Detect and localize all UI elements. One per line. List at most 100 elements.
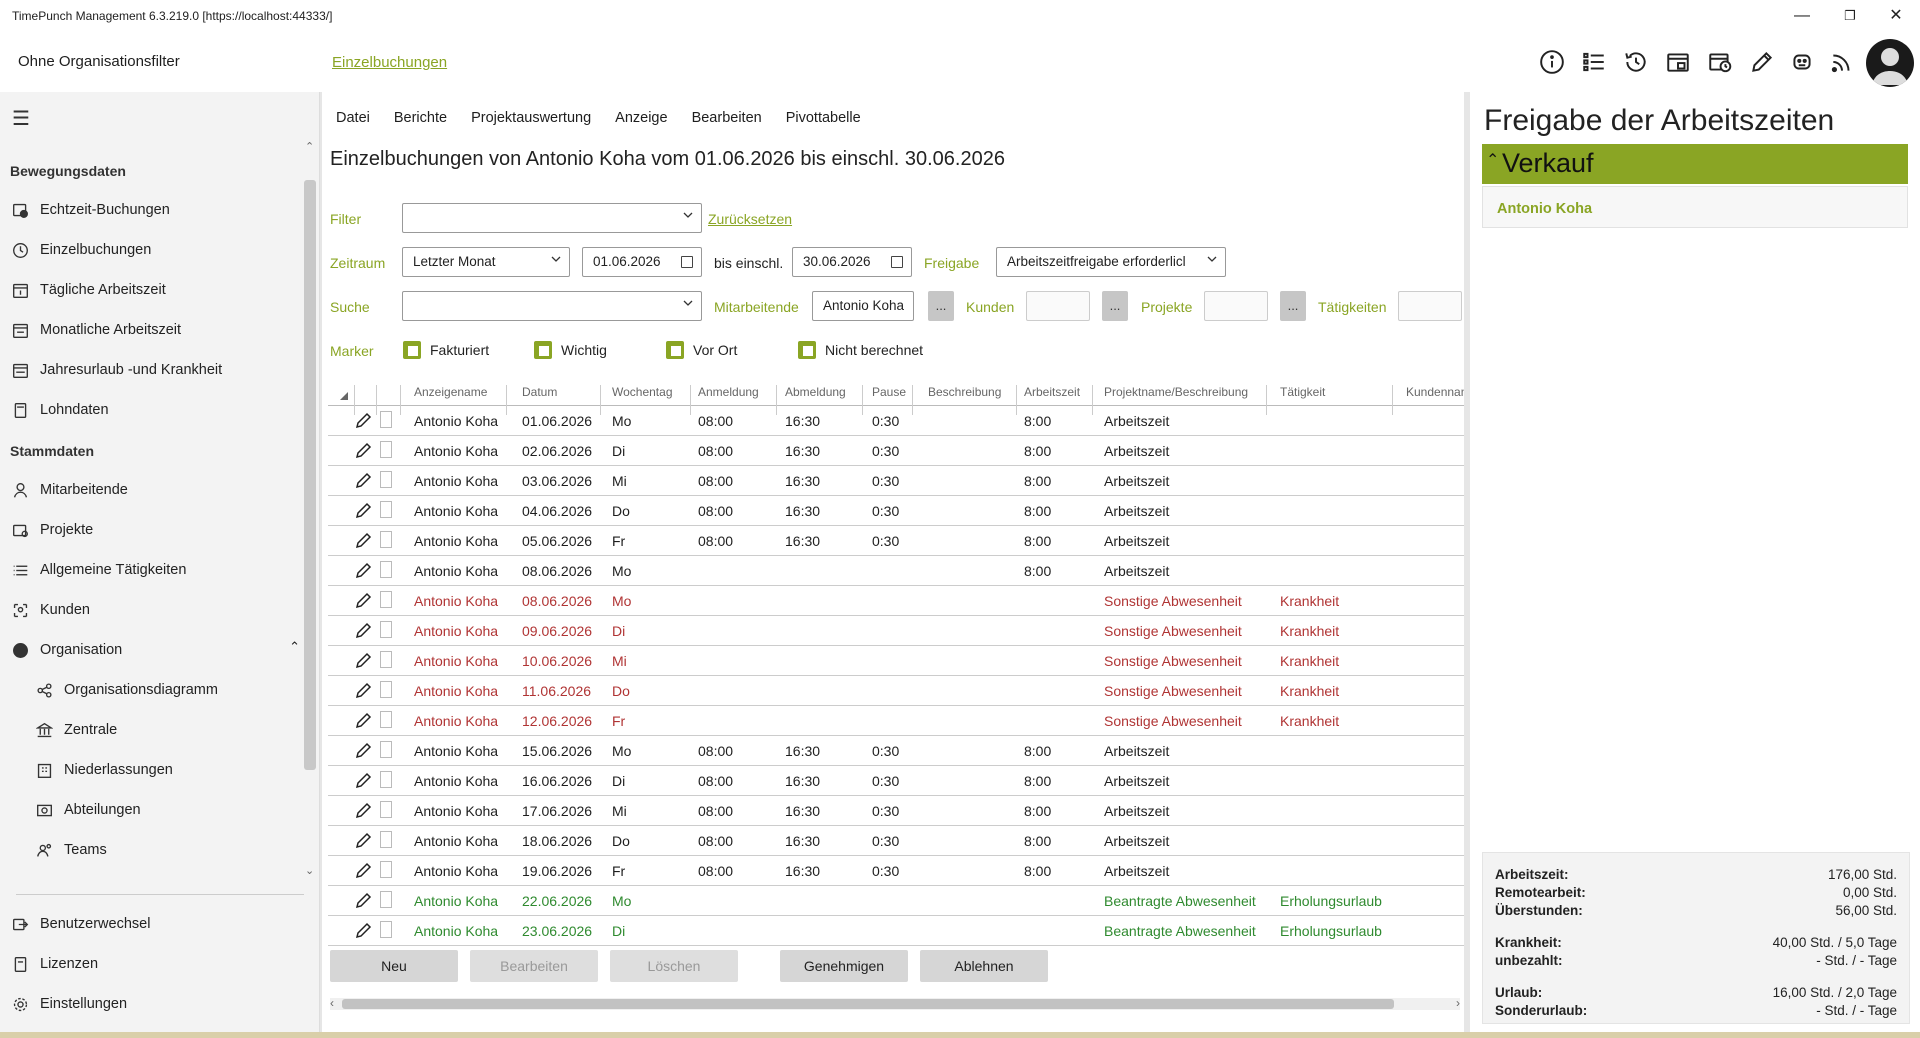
list-view-icon[interactable] <box>1579 47 1609 77</box>
sidebar-item-organisation[interactable]: Organisation ⌃ <box>10 635 300 665</box>
sidebar-item-echtzeit-buchungen[interactable]: Echtzeit-Buchungen <box>10 195 300 225</box>
col-kundenname[interactable]: Kundennan <box>1406 385 1464 399</box>
sidebar-item-lizenzen[interactable]: Lizenzen <box>10 949 300 979</box>
edit-pencil-icon[interactable] <box>354 920 374 940</box>
edit-pencil-icon[interactable] <box>354 590 374 610</box>
sidebar-item-teams[interactable]: Teams <box>34 835 324 865</box>
edit-pencil-icon[interactable] <box>354 680 374 700</box>
table-row[interactable]: Antonio Koha 23.06.2026 Di Beantragte Abwes… <box>328 916 1464 946</box>
rss-icon[interactable] <box>1827 47 1857 77</box>
sidebar-item-einzelbuchungen[interactable]: Einzelbuchungen <box>10 235 300 265</box>
table-row[interactable]: Antonio Koha 11.06.2026 Do Sonstige Abwesen… <box>328 676 1464 706</box>
edit-pencil-icon[interactable] <box>354 770 374 790</box>
table-row[interactable]: Antonio Koha 09.06.2026 Di Sonstige Abwesen… <box>328 616 1464 646</box>
member-antonio-koha[interactable]: Antonio Koha <box>1482 186 1908 228</box>
document-icon[interactable] <box>380 801 392 818</box>
sidebar-item-taegliche-arbeitszeit[interactable]: Tägliche Arbeitszeit <box>10 275 300 305</box>
pencil-icon[interactable] <box>1747 47 1777 77</box>
sidebar-item-lohndaten[interactable]: Lohndaten <box>10 395 300 425</box>
sidebar-item-allgemeine-taetigkeiten[interactable]: Allgemeine Tätigkeiten <box>10 555 300 585</box>
ablehnen-button[interactable]: Ablehnen <box>920 950 1048 982</box>
sidebar-item-mitarbeitende[interactable]: Mitarbeitende <box>10 475 300 505</box>
document-icon[interactable] <box>380 621 392 638</box>
col-wochentag[interactable]: Wochentag <box>612 385 673 399</box>
menu-datei[interactable]: Datei <box>336 110 370 126</box>
collapse-caret-icon[interactable]: ⌃ <box>1486 142 1499 180</box>
edit-pencil-icon[interactable] <box>354 740 374 760</box>
document-icon[interactable] <box>380 441 392 458</box>
document-icon[interactable] <box>380 531 392 548</box>
menu-projektauswertung[interactable]: Projektauswertung <box>471 110 591 126</box>
genehmigen-button[interactable]: Genehmigen <box>780 950 908 982</box>
select-all-icon[interactable] <box>340 392 348 400</box>
col-arbeitszeit[interactable]: Arbeitszeit <box>1024 385 1080 399</box>
edit-pencil-icon[interactable] <box>354 650 374 670</box>
table-row[interactable]: Antonio Koha 16.06.2026 Di 08:00 16:30 0:30 8:… <box>328 766 1464 796</box>
scroll-down-icon[interactable]: ⌄ <box>305 864 314 877</box>
sidebar-item-zentrale[interactable]: Zentrale <box>34 715 324 745</box>
menu-anzeige[interactable]: Anzeige <box>615 110 667 126</box>
scroll-up-icon[interactable]: ⌃ <box>305 140 314 153</box>
col-projektname[interactable]: Projektname/Beschreibung <box>1104 385 1248 399</box>
document-icon[interactable] <box>380 591 392 608</box>
document-icon[interactable] <box>380 681 392 698</box>
history-icon[interactable] <box>1621 47 1651 77</box>
sidebar-item-benutzerwechsel[interactable]: Benutzerwechsel <box>10 909 300 939</box>
document-icon[interactable] <box>380 471 392 488</box>
document-icon[interactable] <box>380 561 392 578</box>
neu-button[interactable]: Neu <box>330 950 458 982</box>
document-icon[interactable] <box>380 921 392 938</box>
sidebar-item-organisationsdiagramm[interactable]: Organisationsdiagramm <box>34 675 324 705</box>
edit-pencil-icon[interactable] <box>354 470 374 490</box>
edit-pencil-icon[interactable] <box>354 620 374 640</box>
date-to-picker[interactable]: 30.06.2026 <box>792 247 912 277</box>
edit-pencil-icon[interactable] <box>354 500 374 520</box>
search-select[interactable] <box>402 291 702 321</box>
date-from-picker[interactable]: 01.06.2026 <box>582 247 702 277</box>
user-avatar[interactable] <box>1866 39 1914 87</box>
sidebar-item-monatliche-arbeitszeit[interactable]: Monatliche Arbeitszeit <box>10 315 300 345</box>
edit-pencil-icon[interactable] <box>354 890 374 910</box>
scroll-right-icon[interactable]: › <box>1456 996 1460 1010</box>
col-anmeldung[interactable]: Anmeldung <box>698 385 759 399</box>
nicht-berechnet-checkbox[interactable] <box>798 341 816 359</box>
projekte-field[interactable] <box>1204 291 1268 321</box>
table-row[interactable]: Antonio Koha 10.06.2026 Mi Sonstige Abwesen… <box>328 646 1464 676</box>
table-row[interactable]: Antonio Koha 15.06.2026 Mo 08:00 16:30 0:30 8:… <box>328 736 1464 766</box>
mitarbeitende-picker-button[interactable]: ... <box>928 291 954 321</box>
document-icon[interactable] <box>380 711 392 728</box>
restore-button[interactable]: ❐ <box>1830 4 1870 28</box>
table-row[interactable]: Antonio Koha 22.06.2026 Mo Beantragte Abwes… <box>328 886 1464 916</box>
document-icon[interactable] <box>380 891 392 908</box>
sidebar-item-projekte[interactable]: Projekte <box>10 515 300 545</box>
calendar-lock-icon[interactable] <box>1663 47 1693 77</box>
edit-pencil-icon[interactable] <box>354 860 374 880</box>
table-row[interactable]: Antonio Koha 08.06.2026 Mo 8:00 Arbeitszeit <box>328 556 1464 586</box>
col-anzeigename[interactable]: Anzeigename <box>414 385 487 399</box>
calendar-clock-icon[interactable] <box>1705 47 1735 77</box>
bot-icon[interactable] <box>1787 47 1817 77</box>
projekte-picker-button[interactable]: ... <box>1280 291 1306 321</box>
document-icon[interactable] <box>380 651 392 668</box>
filter-select[interactable] <box>402 203 702 233</box>
org-filter[interactable]: Ohne Organisationsfilter <box>18 53 180 70</box>
menu-pivottabelle[interactable]: Pivottabelle <box>786 110 861 126</box>
document-icon[interactable] <box>380 861 392 878</box>
menu-berichte[interactable]: Berichte <box>394 110 447 126</box>
sidebar-item-kunden[interactable]: Kunden <box>10 595 300 625</box>
document-icon[interactable] <box>380 771 392 788</box>
edit-pencil-icon[interactable] <box>354 560 374 580</box>
document-icon[interactable] <box>380 501 392 518</box>
document-icon[interactable] <box>380 411 392 428</box>
table-row[interactable]: Antonio Koha 04.06.2026 Do 08:00 16:30 0:30 8:… <box>328 496 1464 526</box>
scroll-thumb[interactable] <box>342 999 1394 1009</box>
freigabe-select[interactable]: Arbeitszeitfreigabe erforderlicl <box>996 247 1226 277</box>
table-row[interactable]: Antonio Koha 01.06.2026 Mo 08:00 16:30 0:30 8:… <box>328 406 1464 436</box>
vor-ort-checkbox[interactable] <box>666 341 684 359</box>
wichtig-checkbox[interactable] <box>534 341 552 359</box>
col-pause[interactable]: Pause <box>872 385 906 399</box>
bearbeiten-button[interactable]: Bearbeiten <box>470 950 598 982</box>
sidebar-item-abteilungen[interactable]: Abteilungen <box>34 795 324 825</box>
table-row[interactable]: Antonio Koha 05.06.2026 Fr 08:00 16:30 0:30 8:… <box>328 526 1464 556</box>
menu-bearbeiten[interactable]: Bearbeiten <box>692 110 762 126</box>
